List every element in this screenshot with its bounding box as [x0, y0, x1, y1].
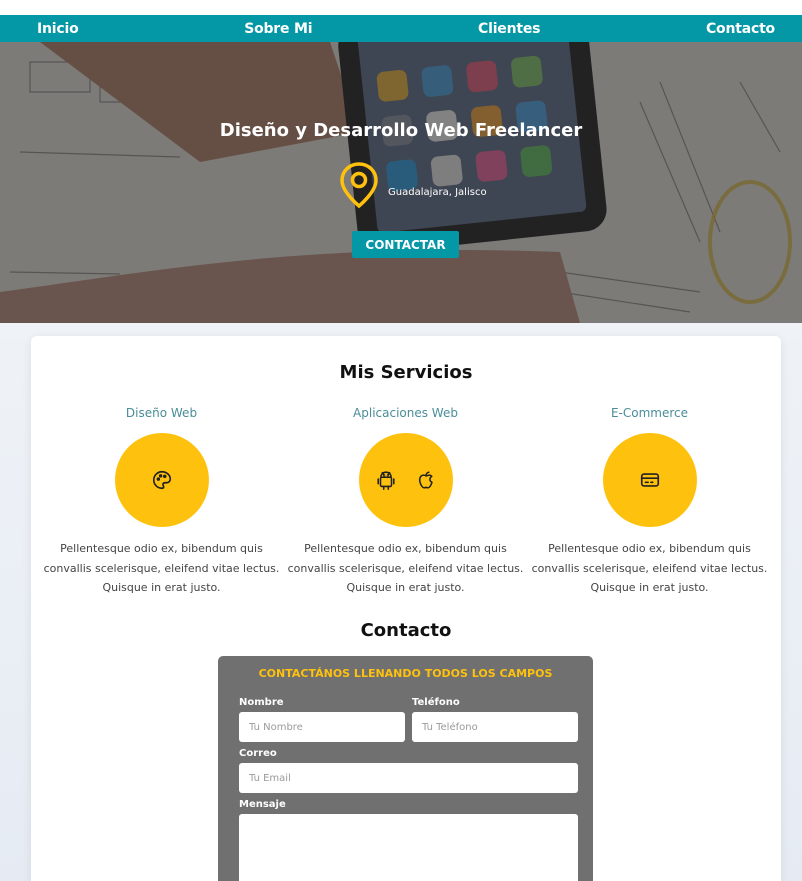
message-field[interactable] [239, 814, 578, 881]
nav-inicio[interactable]: Inicio [37, 21, 79, 37]
service-title: E-Commerce [610, 406, 689, 420]
contact-form: CONTACTÁNOS LLENANDO TODOS LOS CAMPOS No… [218, 656, 593, 881]
credit-card-icon [640, 473, 659, 487]
service-description: Pellentesque odio ex, bibendum quis conv… [287, 542, 524, 594]
name-label: Nombre [239, 697, 284, 708]
android-icon [376, 471, 395, 490]
services-title: Mis Servicios [339, 362, 473, 383]
service-icon-circle [114, 433, 209, 527]
email-field[interactable] [239, 763, 578, 793]
nav-clientes[interactable]: Clientes [478, 21, 540, 37]
location-text: Guadalajara, Jalisco [388, 186, 487, 198]
service-description: Pellentesque odio ex, bibendum quis conv… [43, 542, 280, 594]
services-list: Diseño Web Pellentesque odio ex, bibendu… [31, 406, 781, 606]
service-icon-circle [602, 433, 697, 527]
form-heading: CONTACTÁNOS LLENANDO TODOS LOS CAMPOS [258, 667, 553, 680]
service-title: Diseño Web [125, 406, 198, 420]
service-description: Pellentesque odio ex, bibendum quis conv… [531, 542, 768, 594]
map-pin-icon [340, 162, 378, 209]
email-label: Correo [239, 748, 277, 759]
service-aplicaciones-web: Aplicaciones Web Pellentesque odio ex, b… [284, 406, 527, 598]
nav-sobre-mi[interactable]: Sobre Mi [244, 21, 312, 37]
nav-contacto[interactable]: Contacto [706, 21, 775, 37]
name-field[interactable] [239, 712, 405, 742]
hero-title: Diseño y Desarrollo Web Freelancer [219, 120, 583, 141]
service-e-commerce: E-Commerce Pellentesque odio ex, bibendu… [528, 406, 771, 598]
service-title: Aplicaciones Web [353, 406, 458, 420]
phone-label: Teléfono [412, 697, 460, 708]
phone-field[interactable] [412, 712, 578, 742]
content-card: Mis Servicios Diseño Web Pellentesque od… [31, 336, 781, 881]
hero-banner: Diseño y Desarrollo Web Freelancer Guada… [0, 42, 802, 323]
top-nav: Inicio Sobre Mi Clientes Contacto [0, 15, 802, 42]
palette-icon [152, 470, 171, 490]
message-label: Mensaje [239, 799, 286, 810]
contact-title: Contacto [360, 620, 452, 641]
service-icon-circle [358, 433, 453, 527]
service-diseno-web: Diseño Web Pellentesque odio ex, bibendu… [40, 406, 283, 598]
contactar-button[interactable]: CONTACTAR [352, 231, 459, 258]
hero-location: Guadalajara, Jalisco [338, 160, 487, 210]
apple-icon [418, 471, 433, 489]
